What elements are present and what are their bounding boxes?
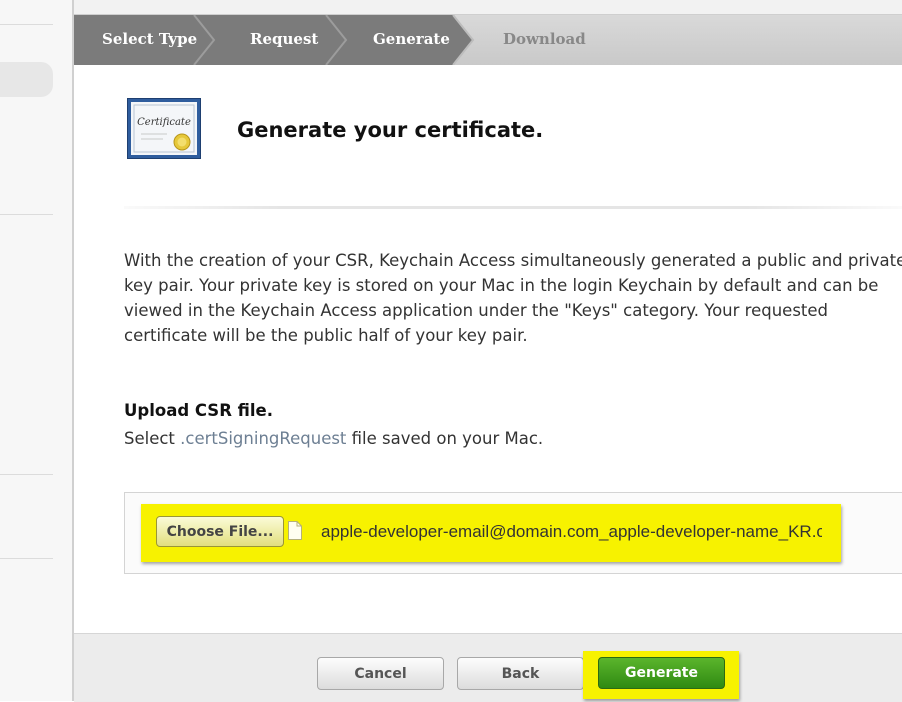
step-request: Request — [250, 30, 319, 48]
sidebar-divider — [0, 474, 53, 475]
sidebar — [0, 0, 74, 701]
upload-title: Upload CSR file. — [124, 401, 273, 420]
upload-description: Select .certSigningRequest file saved on… — [124, 429, 543, 448]
certificate-icon-text: Certificate — [137, 117, 191, 128]
sidebar-divider — [0, 558, 53, 559]
sidebar-divider — [0, 24, 53, 25]
step-download: Download — [503, 30, 586, 48]
description-text: With the creation of your CSR, Keychain … — [124, 251, 902, 345]
step-arrows — [74, 15, 475, 65]
step-progress-bar: Select Type Request Generate Download — [74, 15, 902, 65]
top-strip — [74, 0, 902, 15]
sidebar-item-selected[interactable] — [0, 62, 53, 97]
selected-file-name: apple-developer-email@domain.com_apple-d… — [321, 522, 822, 541]
file-icon — [288, 521, 302, 540]
cancel-button[interactable]: Cancel — [317, 657, 444, 690]
upload-desc-before: Select — [124, 429, 181, 448]
step-select-type: Select Type — [102, 30, 198, 48]
upload-desc-extension: .certSigningRequest — [180, 429, 347, 448]
section-divider — [124, 206, 902, 209]
main-panel: Select Type Request Generate Download Ce… — [74, 0, 902, 702]
generate-button[interactable]: Generate — [598, 657, 725, 689]
choose-file-button[interactable]: Choose File... — [156, 516, 284, 547]
page-title: Generate your certificate. — [237, 118, 544, 142]
upload-desc-after: file saved on your Mac. — [346, 429, 544, 448]
sidebar-divider — [0, 214, 53, 215]
step-generate: Generate — [373, 30, 450, 48]
back-button[interactable]: Back — [457, 657, 584, 690]
certificate-icon: Certificate — [127, 98, 201, 159]
